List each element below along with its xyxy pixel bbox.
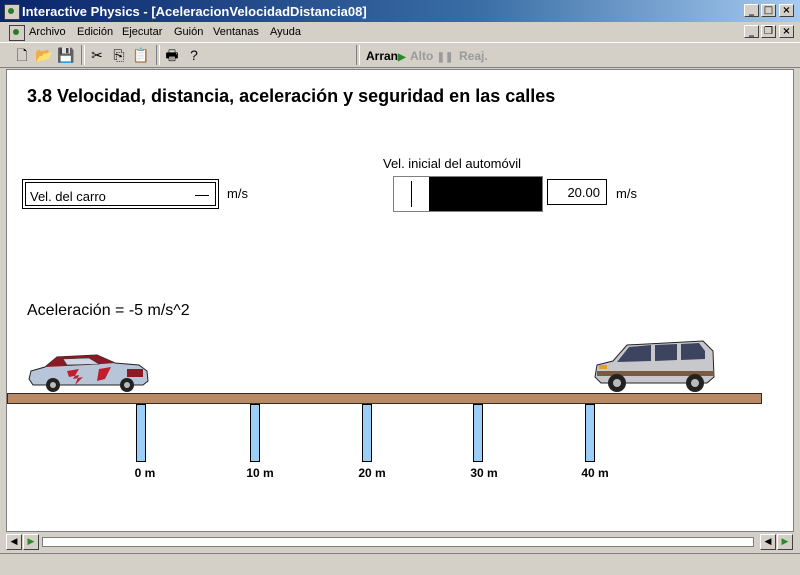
initial-velocity-unit: m/s	[616, 186, 637, 201]
velocity-meter[interactable]: Vel. del carro	[22, 179, 219, 209]
velocity-meter-dash	[195, 195, 209, 196]
toolbar: 🗋 📂 💾 ✂ ⎘ 📋 🖶 ? Arran▶ Alto ❚❚ Reaj.	[0, 42, 800, 68]
maximize-icon[interactable]: □	[761, 4, 776, 17]
initial-velocity-value[interactable]: 20.00	[547, 179, 607, 205]
doc-restore-icon[interactable]: ❐	[761, 25, 776, 38]
help-icon[interactable]: ?	[185, 46, 203, 64]
pause-icon: ❚❚	[436, 52, 454, 63]
toolbar-separator	[156, 45, 160, 65]
distance-mark: 10 m	[246, 466, 274, 480]
title-bar: Interactive Physics - [AceleracionVeloci…	[0, 0, 800, 22]
velocity-meter-unit: m/s	[227, 186, 248, 201]
toolbar-separator	[356, 45, 360, 65]
close-icon[interactable]: ×	[779, 4, 794, 17]
menu-edicion[interactable]: Edición	[77, 26, 113, 38]
frame-forward-icon[interactable]: ▶	[777, 534, 793, 550]
doc-close-icon[interactable]: ×	[779, 25, 794, 38]
document-icon[interactable]	[9, 25, 25, 41]
distance-post[interactable]	[250, 404, 260, 462]
suv-car[interactable]	[593, 335, 717, 395]
status-bar	[0, 553, 800, 575]
menu-ventanas[interactable]: Ventanas	[213, 26, 259, 38]
new-file-icon[interactable]: 🗋	[13, 46, 31, 64]
distance-post[interactable]	[585, 404, 595, 462]
page-title: 3.8 Velocidad, distancia, aceleración y …	[27, 86, 556, 106]
doc-minimize-icon[interactable]: _	[744, 25, 759, 38]
run-label: Arran	[366, 49, 399, 63]
copy-icon[interactable]: ⎘	[110, 46, 128, 64]
distance-mark: 0 m	[134, 466, 156, 480]
scroll-track[interactable]	[42, 537, 754, 547]
velocity-meter-label: Vel. del carro	[30, 189, 106, 204]
horizontal-scrollbar[interactable]: ◀ ▶ ◀ ▶	[6, 534, 794, 551]
toolbar-separator	[81, 45, 85, 65]
velocity-meter-frame: Vel. del carro	[25, 182, 216, 206]
scroll-left-icon[interactable]: ◀	[6, 534, 22, 550]
distance-mark: 30 m	[470, 466, 498, 480]
paste-icon[interactable]: 📋	[132, 46, 150, 64]
acceleration-label: Aceleración = -5 m/s^2	[27, 302, 190, 319]
initial-velocity-slider[interactable]	[393, 176, 543, 212]
menu-bar: Archivo Edición Ejecutar Guión Ventanas …	[0, 22, 800, 42]
run-button[interactable]: Arran▶	[366, 49, 406, 63]
slider-thumb[interactable]	[394, 177, 430, 211]
road[interactable]	[7, 393, 762, 404]
menu-archivo[interactable]: Archivo	[29, 26, 66, 38]
distance-post[interactable]	[362, 404, 372, 462]
print-icon[interactable]: 🖶	[163, 46, 181, 64]
initial-velocity-title: Vel. inicial del automóvil	[383, 156, 522, 171]
menu-ayuda[interactable]: Ayuda	[270, 26, 301, 38]
reset-button[interactable]: Reaj.	[459, 49, 488, 63]
save-icon[interactable]: 💾	[57, 46, 75, 64]
menu-guion[interactable]: Guión	[174, 26, 203, 38]
race-car[interactable]	[27, 349, 151, 395]
open-folder-icon[interactable]: 📂	[35, 46, 53, 64]
play-icon: ▶	[398, 52, 406, 63]
frame-back-icon[interactable]: ◀	[760, 534, 776, 550]
stop-label: Alto	[410, 49, 434, 63]
play-forward-icon[interactable]: ▶	[23, 534, 39, 550]
minimize-icon[interactable]: _	[744, 4, 759, 17]
simulation-workspace[interactable]: 3.8 Velocidad, distancia, aceleración y …	[6, 69, 794, 532]
distance-mark: 40 m	[581, 466, 609, 480]
stop-button[interactable]: Alto ❚❚	[410, 49, 453, 63]
cut-icon[interactable]: ✂	[88, 46, 106, 64]
distance-post[interactable]	[136, 404, 146, 462]
window-title: Interactive Physics - [AceleracionVeloci…	[22, 4, 367, 19]
app-icon[interactable]	[4, 4, 20, 20]
distance-post[interactable]	[473, 404, 483, 462]
menu-ejecutar[interactable]: Ejecutar	[122, 26, 162, 38]
distance-mark: 20 m	[358, 466, 386, 480]
